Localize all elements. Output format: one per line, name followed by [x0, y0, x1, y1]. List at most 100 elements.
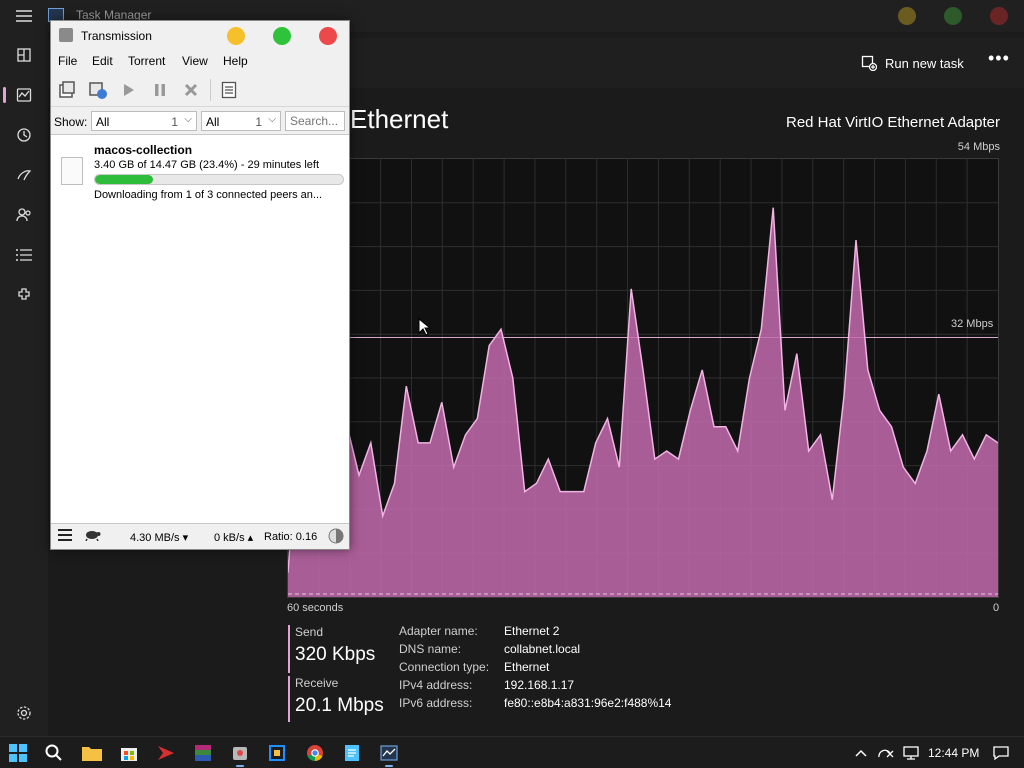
remove-icon[interactable] — [181, 80, 201, 100]
torrent-progress-bar — [94, 174, 344, 185]
open-torrent-icon[interactable] — [57, 80, 77, 100]
menu-file[interactable]: File — [58, 54, 77, 68]
menu-bar: File Edit Torrent View Help — [51, 51, 349, 73]
menu-view[interactable]: View — [182, 54, 208, 68]
property-key: DNS name: — [399, 642, 462, 656]
receive-label: Receive — [295, 676, 339, 690]
x-axis-right-label: 0 — [993, 602, 1000, 614]
property-value: Ethernet — [504, 660, 550, 674]
property-row: Adapter name: Ethernet 2 — [399, 624, 759, 642]
file-icon — [61, 157, 83, 185]
details-icon[interactable] — [8, 239, 40, 271]
activity-filter-count: 1 — [171, 115, 178, 129]
page-title: Ethernet — [350, 104, 449, 134]
users-icon[interactable] — [8, 199, 40, 231]
run-task-icon — [861, 55, 877, 71]
transmission-titlebar: Transmission — [51, 21, 349, 51]
performance-icon[interactable] — [3, 79, 40, 111]
open-url-icon[interactable] — [88, 80, 108, 100]
processes-icon[interactable] — [8, 39, 40, 71]
menu-help[interactable]: Help — [223, 54, 248, 68]
property-row: Connection type: Ethernet — [399, 660, 759, 678]
search-icon[interactable] — [44, 743, 64, 763]
transmission-icon[interactable] — [230, 743, 250, 767]
transmission-close-button[interactable] — [319, 27, 337, 45]
startup-apps-icon[interactable] — [8, 159, 40, 191]
menu-edit[interactable]: Edit — [92, 54, 113, 68]
transmission-title: Transmission — [81, 29, 152, 43]
app-history-icon[interactable] — [8, 119, 40, 151]
notifications-icon[interactable] — [991, 743, 1011, 763]
y-mid-label: 32 Mbps — [951, 318, 994, 330]
property-row: IPv6 address: fe80::e8b4:a831:96e2:f488%… — [399, 696, 759, 714]
throughput-chart-svg — [287, 159, 999, 597]
file-explorer-icon[interactable] — [82, 743, 102, 763]
send-label: Send — [295, 625, 324, 639]
receive-value: 20.1 Mbps — [295, 695, 384, 716]
start-icon[interactable] — [8, 743, 28, 763]
winrar-icon[interactable] — [193, 743, 213, 763]
run-new-task-label: Run new task — [885, 55, 964, 71]
maximize-button[interactable] — [944, 7, 962, 25]
property-value: collabnet.local — [504, 642, 581, 656]
virtualbox-icon[interactable] — [267, 743, 287, 763]
search-input[interactable] — [285, 111, 345, 131]
ratio-toggle-icon[interactable] — [328, 528, 344, 547]
hamburger-icon[interactable] — [8, 0, 40, 32]
task-manager-icon[interactable] — [379, 743, 399, 767]
focus-assist-icon[interactable] — [876, 743, 896, 763]
network-icon[interactable] — [901, 743, 921, 763]
sidebar-nav — [0, 0, 48, 736]
toolbar-separator — [210, 79, 211, 101]
send-value: 320 Kbps — [295, 644, 376, 665]
activity-filter-value: All — [96, 115, 110, 129]
chevron-down-icon: ⌵ — [184, 114, 192, 125]
send-color-bar — [288, 625, 290, 673]
clock[interactable]: 12:44 PM — [928, 746, 979, 760]
filter-bar: Show: All 1 ⌵ All 1 ⌵ — [51, 107, 349, 135]
options-menu-icon[interactable] — [57, 528, 73, 545]
menu-torrent[interactable]: Torrent — [128, 54, 165, 68]
property-key: IPv6 address: — [399, 696, 473, 710]
start-icon[interactable] — [119, 80, 139, 100]
transmission-minimize-button[interactable] — [227, 27, 245, 45]
y-max-label: 54 Mbps — [957, 141, 1000, 153]
transmission-window: Transmission File Edit Torrent View Help — [50, 20, 350, 550]
chrome-icon[interactable] — [305, 743, 325, 763]
receive-color-bar — [288, 676, 290, 722]
minimize-button[interactable] — [898, 7, 916, 25]
transmission-status-bar: 4.30 MB/s ▾ 0 kB/s ▴ Ratio: 0.16 — [51, 523, 349, 549]
property-value: fe80::e8b4:a831:96e2:f488%14 — [504, 696, 672, 710]
property-row: DNS name: collabnet.local — [399, 642, 759, 660]
notepad-icon[interactable] — [342, 743, 362, 763]
settings-icon[interactable] — [8, 697, 40, 729]
properties-icon[interactable] — [219, 80, 239, 100]
more-options-button[interactable]: ••• — [988, 48, 1010, 69]
close-button[interactable] — [990, 7, 1008, 25]
store-icon[interactable] — [119, 743, 139, 763]
app-red-icon[interactable] — [156, 743, 176, 763]
property-key: Connection type: — [399, 660, 490, 674]
services-icon[interactable] — [8, 279, 40, 311]
torrent-progress-fill — [95, 175, 154, 184]
toolbar — [51, 73, 349, 107]
torrent-name: macos-collection — [94, 143, 193, 157]
upload-speed: 0 kB/s ▴ — [214, 532, 254, 544]
torrent-list-item[interactable]: macos-collection 3.40 GB of 14.47 GB (23… — [51, 135, 349, 201]
tracker-filter-count: 1 — [255, 115, 262, 129]
activity-filter-select[interactable]: All 1 ⌵ — [91, 111, 197, 131]
chevron-up-icon[interactable] — [851, 743, 871, 763]
throughput-graph — [287, 158, 999, 598]
transmission-maximize-button[interactable] — [273, 27, 291, 45]
transmission-app-icon — [59, 28, 73, 42]
property-value: Ethernet 2 — [504, 624, 560, 638]
run-new-task-button[interactable]: Run new task — [861, 52, 964, 74]
tracker-filter-select[interactable]: All 1 ⌵ — [201, 111, 281, 131]
chevron-down-icon: ⌵ — [268, 114, 276, 125]
property-key: IPv4 address: — [399, 678, 473, 692]
mouse-cursor-icon — [418, 318, 430, 336]
property-row: IPv4 address: 192.168.1.17 — [399, 678, 759, 696]
turtle-icon[interactable] — [83, 529, 101, 544]
receive-stat: Receive 20.1 Mbps — [288, 676, 398, 722]
pause-icon[interactable] — [150, 80, 170, 100]
